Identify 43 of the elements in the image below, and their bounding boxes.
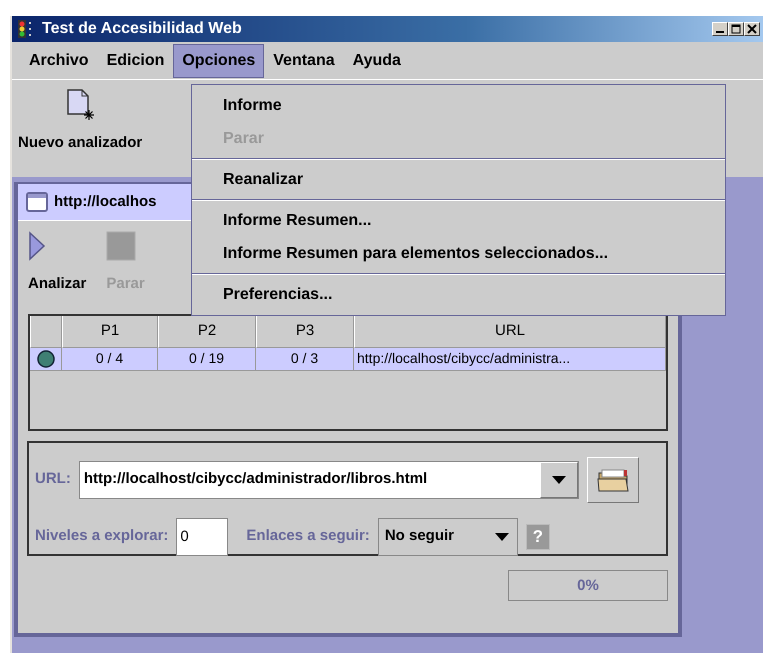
levels-label: Niveles a explorar: (35, 526, 168, 546)
close-button[interactable] (744, 22, 760, 36)
toolbar-button[interactable]: Analizar (28, 231, 86, 296)
table-cell: 0 / 3 (256, 348, 354, 370)
table-cell: 0 / 19 (158, 348, 256, 370)
new-document-icon (65, 88, 96, 122)
menu-entry[interactable]: Informe (192, 89, 725, 122)
menu-entry[interactable]: Reanalizar (192, 163, 725, 196)
menu-entry[interactable]: Preferencias... (192, 278, 725, 311)
maximize-button[interactable] (728, 22, 744, 36)
table-cell: 0 / 4 (62, 348, 158, 370)
minimize-icon (716, 31, 724, 33)
table-cell: http://localhost/cibycc/administra... (354, 348, 666, 370)
window-title: Test de Accesibilidad Web (42, 19, 242, 39)
stop-icon (106, 231, 136, 261)
maximize-icon (731, 24, 741, 34)
menu-item[interactable]: Ventana (264, 44, 344, 78)
menu-entry[interactable]: Informe Resumen para elementos seleccionados... (192, 237, 725, 270)
open-folder-button[interactable] (586, 456, 639, 502)
menu-item[interactable]: Edicion (98, 44, 174, 78)
play-icon (28, 231, 46, 261)
column-header: URL (354, 316, 666, 348)
links-dropdown[interactable]: No seguir (378, 518, 518, 556)
window-icon (26, 192, 48, 212)
column-header: P2 (158, 316, 256, 348)
links-label: Enlaces a seguir: (246, 526, 370, 546)
minimize-button[interactable] (712, 22, 728, 36)
levels-field[interactable]: 0 (176, 518, 228, 556)
new-analyzer-button[interactable]: Nuevo analizador (18, 88, 142, 154)
frame-title: http://localhos (54, 192, 156, 212)
menu-entry[interactable]: Informe Resumen... (192, 204, 725, 237)
caret-icon (552, 476, 566, 484)
menu-item[interactable]: Ayuda (344, 44, 410, 78)
column-header: P1 (62, 316, 158, 348)
menu-item[interactable]: Opciones (173, 44, 264, 78)
folder-icon (596, 466, 630, 492)
column-header: P3 (256, 316, 354, 348)
dropdown-button[interactable] (540, 462, 578, 498)
menu-item[interactable]: Archivo (20, 44, 98, 78)
close-icon (747, 24, 757, 34)
caret-icon (494, 532, 509, 540)
url-label: URL: (35, 469, 71, 490)
progress-text: 0% (576, 576, 600, 596)
